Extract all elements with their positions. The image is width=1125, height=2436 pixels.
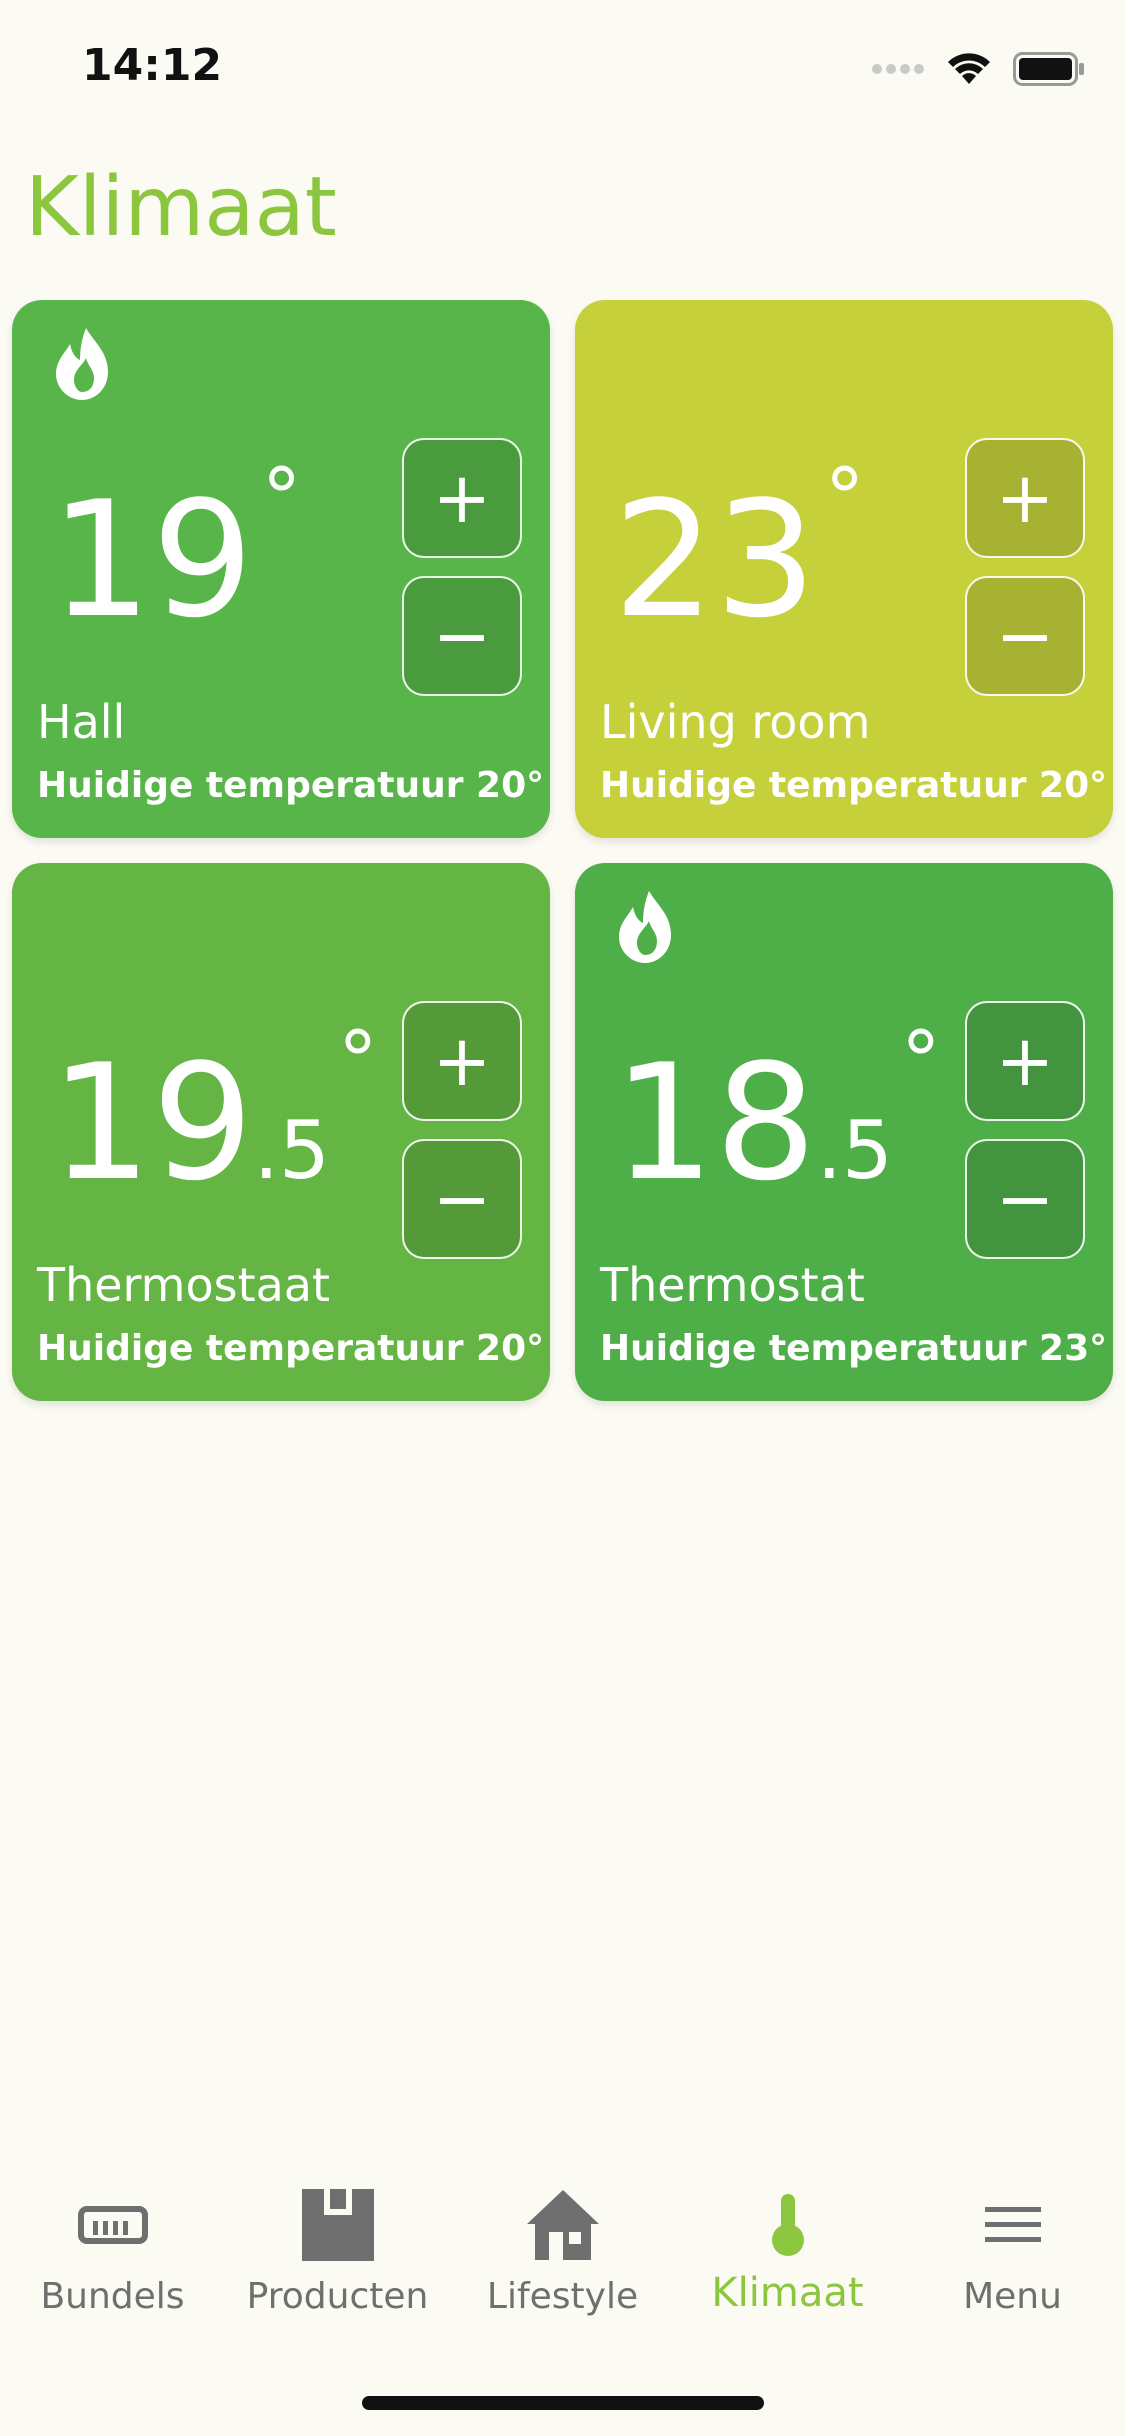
tab-bar: Bundels Producten Lifestyle Klimaat Menu <box>0 2160 1125 2360</box>
tab-klimaat[interactable]: Klimaat <box>675 2180 900 2316</box>
tab-label: Menu <box>963 2276 1062 2317</box>
increase-temperature-button[interactable]: + <box>402 438 522 558</box>
room-name: Thermostat <box>600 1258 865 1312</box>
setpoint-decimal: .5 <box>816 1104 893 1197</box>
battery-icon <box>1013 52 1085 91</box>
room-name: Thermostaat <box>37 1258 331 1312</box>
tab-label: Klimaat <box>711 2270 864 2316</box>
setpoint-integer: 19 <box>50 1029 254 1216</box>
degree-symbol: ° <box>261 451 302 544</box>
increase-temperature-button[interactable]: + <box>402 1001 522 1121</box>
room-name: Living room <box>600 695 871 749</box>
increase-temperature-button[interactable]: + <box>965 438 1085 558</box>
setpoint-integer: 18 <box>613 1029 817 1216</box>
decrease-temperature-button[interactable]: − <box>965 576 1085 696</box>
decrease-temperature-button[interactable]: − <box>965 1139 1085 1259</box>
thermostat-tile-living-room[interactable]: 23 ° + − Living room Huidige temperatuur … <box>575 300 1113 838</box>
setpoint-decimal: .5 <box>253 1104 330 1197</box>
current-temperature: Huidige temperatuur 23° <box>600 1328 1108 1369</box>
thermostat-tile-hall[interactable]: 19 ° + − Hall Huidige temperatuur 20° <box>12 300 550 838</box>
menu-icon <box>900 2180 1125 2270</box>
increase-temperature-button[interactable]: + <box>965 1001 1085 1121</box>
thermometer-icon <box>675 2180 900 2270</box>
room-name: Hall <box>37 695 126 749</box>
degree-symbol: ° <box>900 1014 941 1107</box>
status-bar: 14:12 <box>0 0 1125 135</box>
tab-label: Lifestyle <box>486 2276 639 2317</box>
flame-icon <box>603 885 687 969</box>
page-title: Klimaat <box>25 160 337 255</box>
current-temperature: Huidige temperatuur 20° <box>37 765 545 806</box>
status-icons <box>871 52 1085 91</box>
decrease-temperature-button[interactable]: − <box>402 1139 522 1259</box>
setpoint-temperature: 23 ° <box>613 458 865 640</box>
current-temperature: Huidige temperatuur 20° <box>37 1328 545 1369</box>
thermostat-tile-thermostaat[interactable]: 19.5° + − Thermostaat Huidige temperatuu… <box>12 863 550 1401</box>
house-icon <box>450 2180 675 2270</box>
signal-icon <box>871 62 925 81</box>
setpoint-integer: 23 <box>613 466 817 653</box>
tab-bundels[interactable]: Bundels <box>0 2180 225 2317</box>
wifi-icon <box>947 52 991 91</box>
setpoint-integer: 19 <box>50 466 254 653</box>
degree-symbol: ° <box>337 1014 378 1107</box>
box-icon <box>225 2180 450 2270</box>
tab-label: Bundels <box>40 2276 185 2317</box>
setpoint-temperature: 18.5° <box>613 1021 941 1203</box>
home-indicator <box>362 2396 764 2410</box>
degree-symbol: ° <box>824 451 865 544</box>
status-time: 14:12 <box>82 40 223 91</box>
current-temperature: Huidige temperatuur 20° <box>600 765 1108 806</box>
decrease-temperature-button[interactable]: − <box>402 576 522 696</box>
tab-lifestyle[interactable]: Lifestyle <box>450 2180 675 2317</box>
setpoint-temperature: 19.5° <box>50 1021 378 1203</box>
tab-producten[interactable]: Producten <box>225 2180 450 2317</box>
tab-menu[interactable]: Menu <box>900 2180 1125 2317</box>
tab-label: Producten <box>246 2276 429 2317</box>
flame-icon <box>40 322 124 406</box>
setpoint-temperature: 19 ° <box>50 458 302 640</box>
ruler-icon <box>0 2180 225 2270</box>
thermostat-tile-thermostat[interactable]: 18.5° + − Thermostat Huidige temperatuur… <box>575 863 1113 1401</box>
